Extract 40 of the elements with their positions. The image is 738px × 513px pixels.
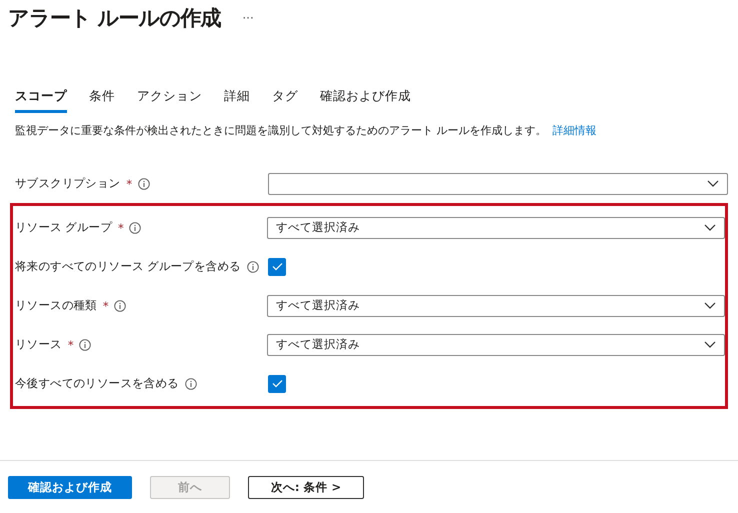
- field-label: リソースの種類: [15, 298, 97, 313]
- field-label: 今後すべてのリソースを含める: [15, 376, 179, 391]
- field-label: リソース: [15, 337, 62, 352]
- checkbox[interactable]: [268, 258, 286, 276]
- page-title: アラート ルールの作成: [8, 5, 220, 32]
- checkmark-icon: [272, 262, 282, 271]
- footer-button[interactable]: 確認および作成: [8, 476, 132, 498]
- info-icon[interactable]: [79, 338, 92, 350]
- dropdown[interactable]: [268, 172, 728, 194]
- chevron-down-icon: [704, 224, 716, 231]
- field-label: 将来のすべてのリソース グループを含める: [15, 259, 241, 274]
- field-label: サブスクリプション: [15, 176, 120, 191]
- more-menu[interactable]: ···: [242, 11, 254, 25]
- info-icon[interactable]: [129, 222, 142, 234]
- required-mark: *: [126, 176, 132, 190]
- dropdown[interactable]: すべて選択済み: [266, 334, 725, 356]
- description-text: 監視データに重要な条件が検出されたときに問題を識別して対処するためのアラート ルールを作成します。: [15, 123, 546, 138]
- info-icon[interactable]: [138, 178, 150, 190]
- tab[interactable]: タグ: [272, 86, 298, 113]
- tab[interactable]: 条件: [89, 86, 115, 113]
- field-label: リソース グループ: [15, 220, 112, 235]
- required-mark: *: [102, 298, 108, 312]
- tab[interactable]: 確認および作成: [320, 86, 411, 113]
- tab[interactable]: 詳細: [224, 86, 250, 113]
- chevron-down-icon: [707, 180, 719, 187]
- footer-button[interactable]: 次へ: 条件 >: [248, 476, 364, 498]
- chevron-down-icon: [704, 341, 716, 348]
- required-mark: *: [68, 338, 74, 352]
- tab[interactable]: アクション: [137, 86, 202, 113]
- info-icon[interactable]: [184, 378, 197, 390]
- info-icon[interactable]: [114, 300, 126, 312]
- info-icon[interactable]: [246, 260, 259, 272]
- chevron-down-icon: [704, 302, 716, 309]
- dropdown[interactable]: すべて選択済み: [266, 294, 725, 316]
- required-mark: *: [118, 220, 124, 234]
- checkbox[interactable]: [268, 374, 286, 392]
- tab[interactable]: スコープ: [15, 86, 67, 113]
- dropdown[interactable]: すべて選択済み: [266, 216, 725, 238]
- learn-more-link[interactable]: 詳細情報: [552, 123, 596, 138]
- checkmark-icon: [272, 379, 282, 388]
